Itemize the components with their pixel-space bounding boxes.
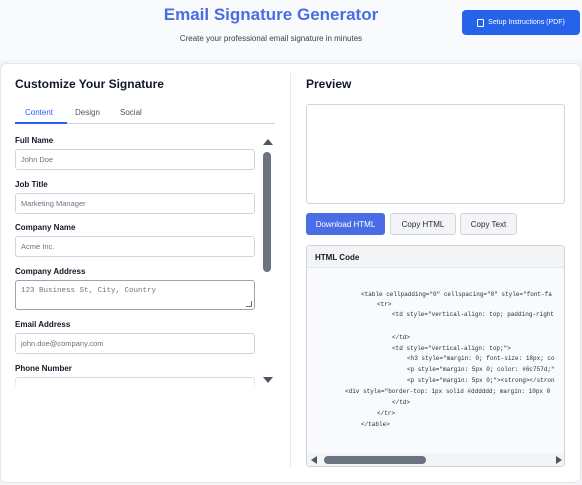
code-header: HTML Code <box>307 246 564 268</box>
email-address-input[interactable]: john.doe@company.com <box>15 333 255 354</box>
code-line: <table cellpadding="0" cellspacing="0" s… <box>361 291 552 298</box>
code-line: <p style="margin: 5px 0; color: #6c757d;… <box>407 366 555 373</box>
setup-instructions-button[interactable]: Setup Instructions (PDF) <box>462 10 580 35</box>
app-subtitle: Create your professional email signature… <box>179 34 363 43</box>
code-line: </table> <box>361 421 390 428</box>
copy-html-button[interactable]: Copy HTML <box>390 213 456 235</box>
download-html-button[interactable]: Download HTML <box>306 213 385 235</box>
scroll-fade <box>15 375 260 390</box>
code-line: <div style="border-top: 1px solid #ddddd… <box>345 388 551 395</box>
code-title: HTML Code <box>315 253 360 262</box>
code-line: </td> <box>392 334 411 341</box>
company-name-input[interactable]: Acme Inc. <box>15 236 255 257</box>
app-title: Email Signature Generator <box>163 5 379 24</box>
code-horizontal-scrollbar[interactable] <box>307 453 564 466</box>
email-address-label: Email Address <box>15 320 71 329</box>
scroll-up-arrow-icon[interactable] <box>263 139 273 145</box>
code-line: <td style="vertical-align: top;"> <box>392 345 511 352</box>
code-line: </tr> <box>377 410 396 417</box>
copy-text-button[interactable]: Copy Text <box>460 213 517 235</box>
scroll-left-arrow-icon[interactable] <box>311 456 317 464</box>
horizontal-scrollbar-thumb[interactable] <box>324 456 426 464</box>
job-title-input[interactable]: Marketing Manager <box>15 193 255 214</box>
company-name-label: Company Name <box>15 223 76 232</box>
code-line: </td> <box>392 399 411 406</box>
job-title-label: Job Title <box>15 180 48 189</box>
company-address-placeholder: 123 Business St, City, Country <box>21 287 157 295</box>
panel-divider <box>290 73 291 467</box>
setup-instructions-label: Setup Instructions (PDF) <box>488 19 565 26</box>
full-name-label: Full Name <box>15 136 54 145</box>
tab-social[interactable]: Social <box>120 108 142 117</box>
code-block[interactable]: <table cellpadding="0" cellspacing="0" s… <box>307 269 564 452</box>
app-header: Email Signature Generator Create your pr… <box>0 0 582 60</box>
code-line: <h3 style="margin: 0; font-size: 18px; c… <box>407 355 555 362</box>
form-scrollbar[interactable] <box>261 137 273 385</box>
code-line: <p style="margin: 5px 0;"><strong></stro… <box>407 377 555 384</box>
company-address-textarea[interactable]: 123 Business St, City, Country <box>15 280 255 310</box>
scroll-down-arrow-icon[interactable] <box>263 377 273 383</box>
company-address-label: Company Address <box>15 267 86 276</box>
code-line: <tr> <box>377 301 392 308</box>
preview-title: Preview <box>306 77 352 91</box>
tab-bar: Content Design Social <box>15 104 275 124</box>
phone-number-label: Phone Number <box>15 364 72 373</box>
tab-design[interactable]: Design <box>75 108 100 117</box>
customize-title: Customize Your Signature <box>15 77 164 91</box>
scroll-right-arrow-icon[interactable] <box>556 456 562 464</box>
resize-handle-icon[interactable] <box>246 301 252 307</box>
tab-content[interactable]: Content <box>25 108 53 117</box>
scrollbar-thumb[interactable] <box>263 152 271 272</box>
signature-preview <box>306 104 565 204</box>
code-line: <td style="vertical-align: top; padding-… <box>392 311 555 318</box>
full-name-input[interactable]: John Doe <box>15 149 255 170</box>
active-tab-indicator <box>15 122 67 124</box>
html-code-panel: HTML Code <table cellpadding="0" cellspa… <box>306 245 565 467</box>
document-icon <box>477 18 485 27</box>
